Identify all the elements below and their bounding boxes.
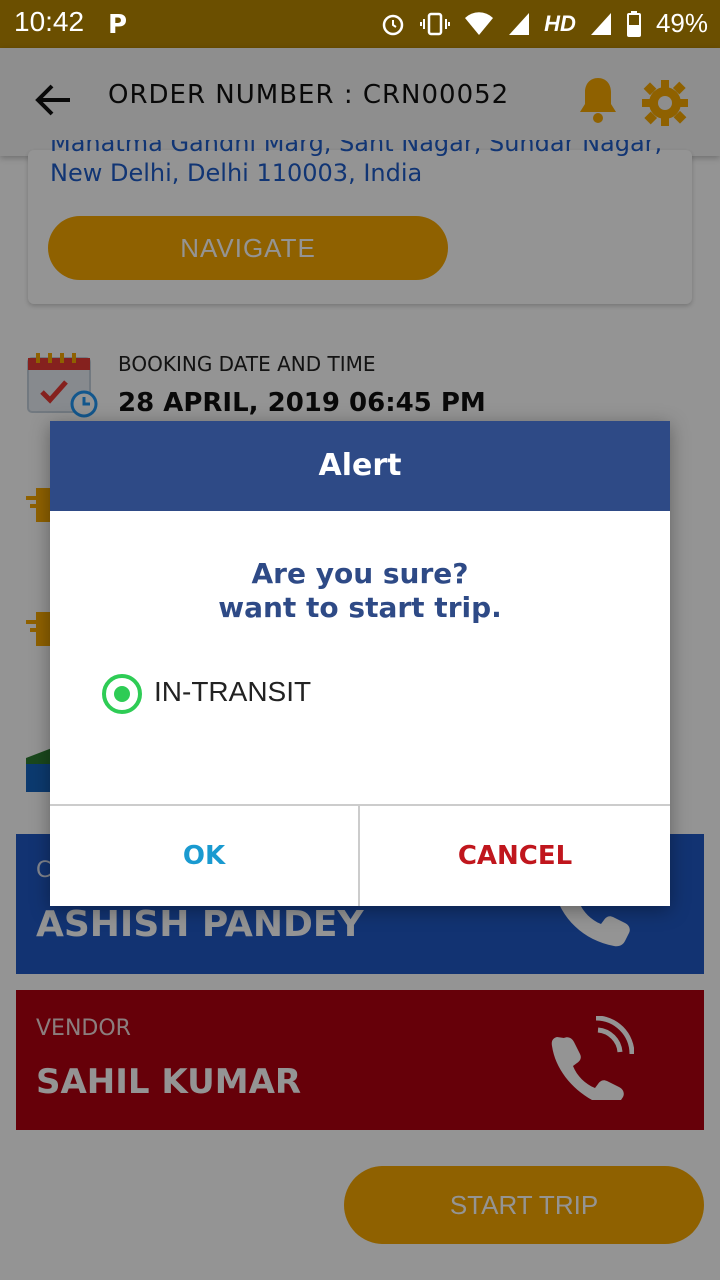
ok-button[interactable]: OK bbox=[50, 806, 358, 906]
status-time: 10:42 bbox=[14, 6, 85, 37]
network-type: HD bbox=[544, 10, 576, 36]
status-icons: HD 49% bbox=[380, 8, 708, 39]
in-transit-radio[interactable] bbox=[102, 674, 142, 714]
in-transit-label[interactable]: IN-TRANSIT bbox=[154, 676, 311, 708]
radio-selected-dot bbox=[114, 686, 130, 702]
cancel-button[interactable]: CANCEL bbox=[360, 806, 670, 906]
dialog-message-line1: Are you sure? bbox=[251, 557, 469, 590]
app-notification-icon: P bbox=[108, 10, 128, 40]
status-bar: 10:42 P HD 49% bbox=[0, 0, 720, 48]
battery-icon bbox=[626, 10, 641, 37]
dialog-title: Alert bbox=[50, 421, 670, 511]
dialog-message-line2: want to start trip. bbox=[218, 591, 502, 624]
battery-level: 49% bbox=[655, 8, 708, 38]
alert-dialog: Alert Are you sure? want to start trip. … bbox=[50, 421, 670, 906]
alarm-icon bbox=[382, 14, 404, 35]
signal-icon-2 bbox=[590, 12, 611, 35]
signal-icon bbox=[509, 12, 530, 35]
dialog-message: Are you sure? want to start trip. bbox=[50, 557, 670, 625]
wifi-icon bbox=[465, 11, 494, 35]
vibrate-icon bbox=[420, 12, 451, 35]
